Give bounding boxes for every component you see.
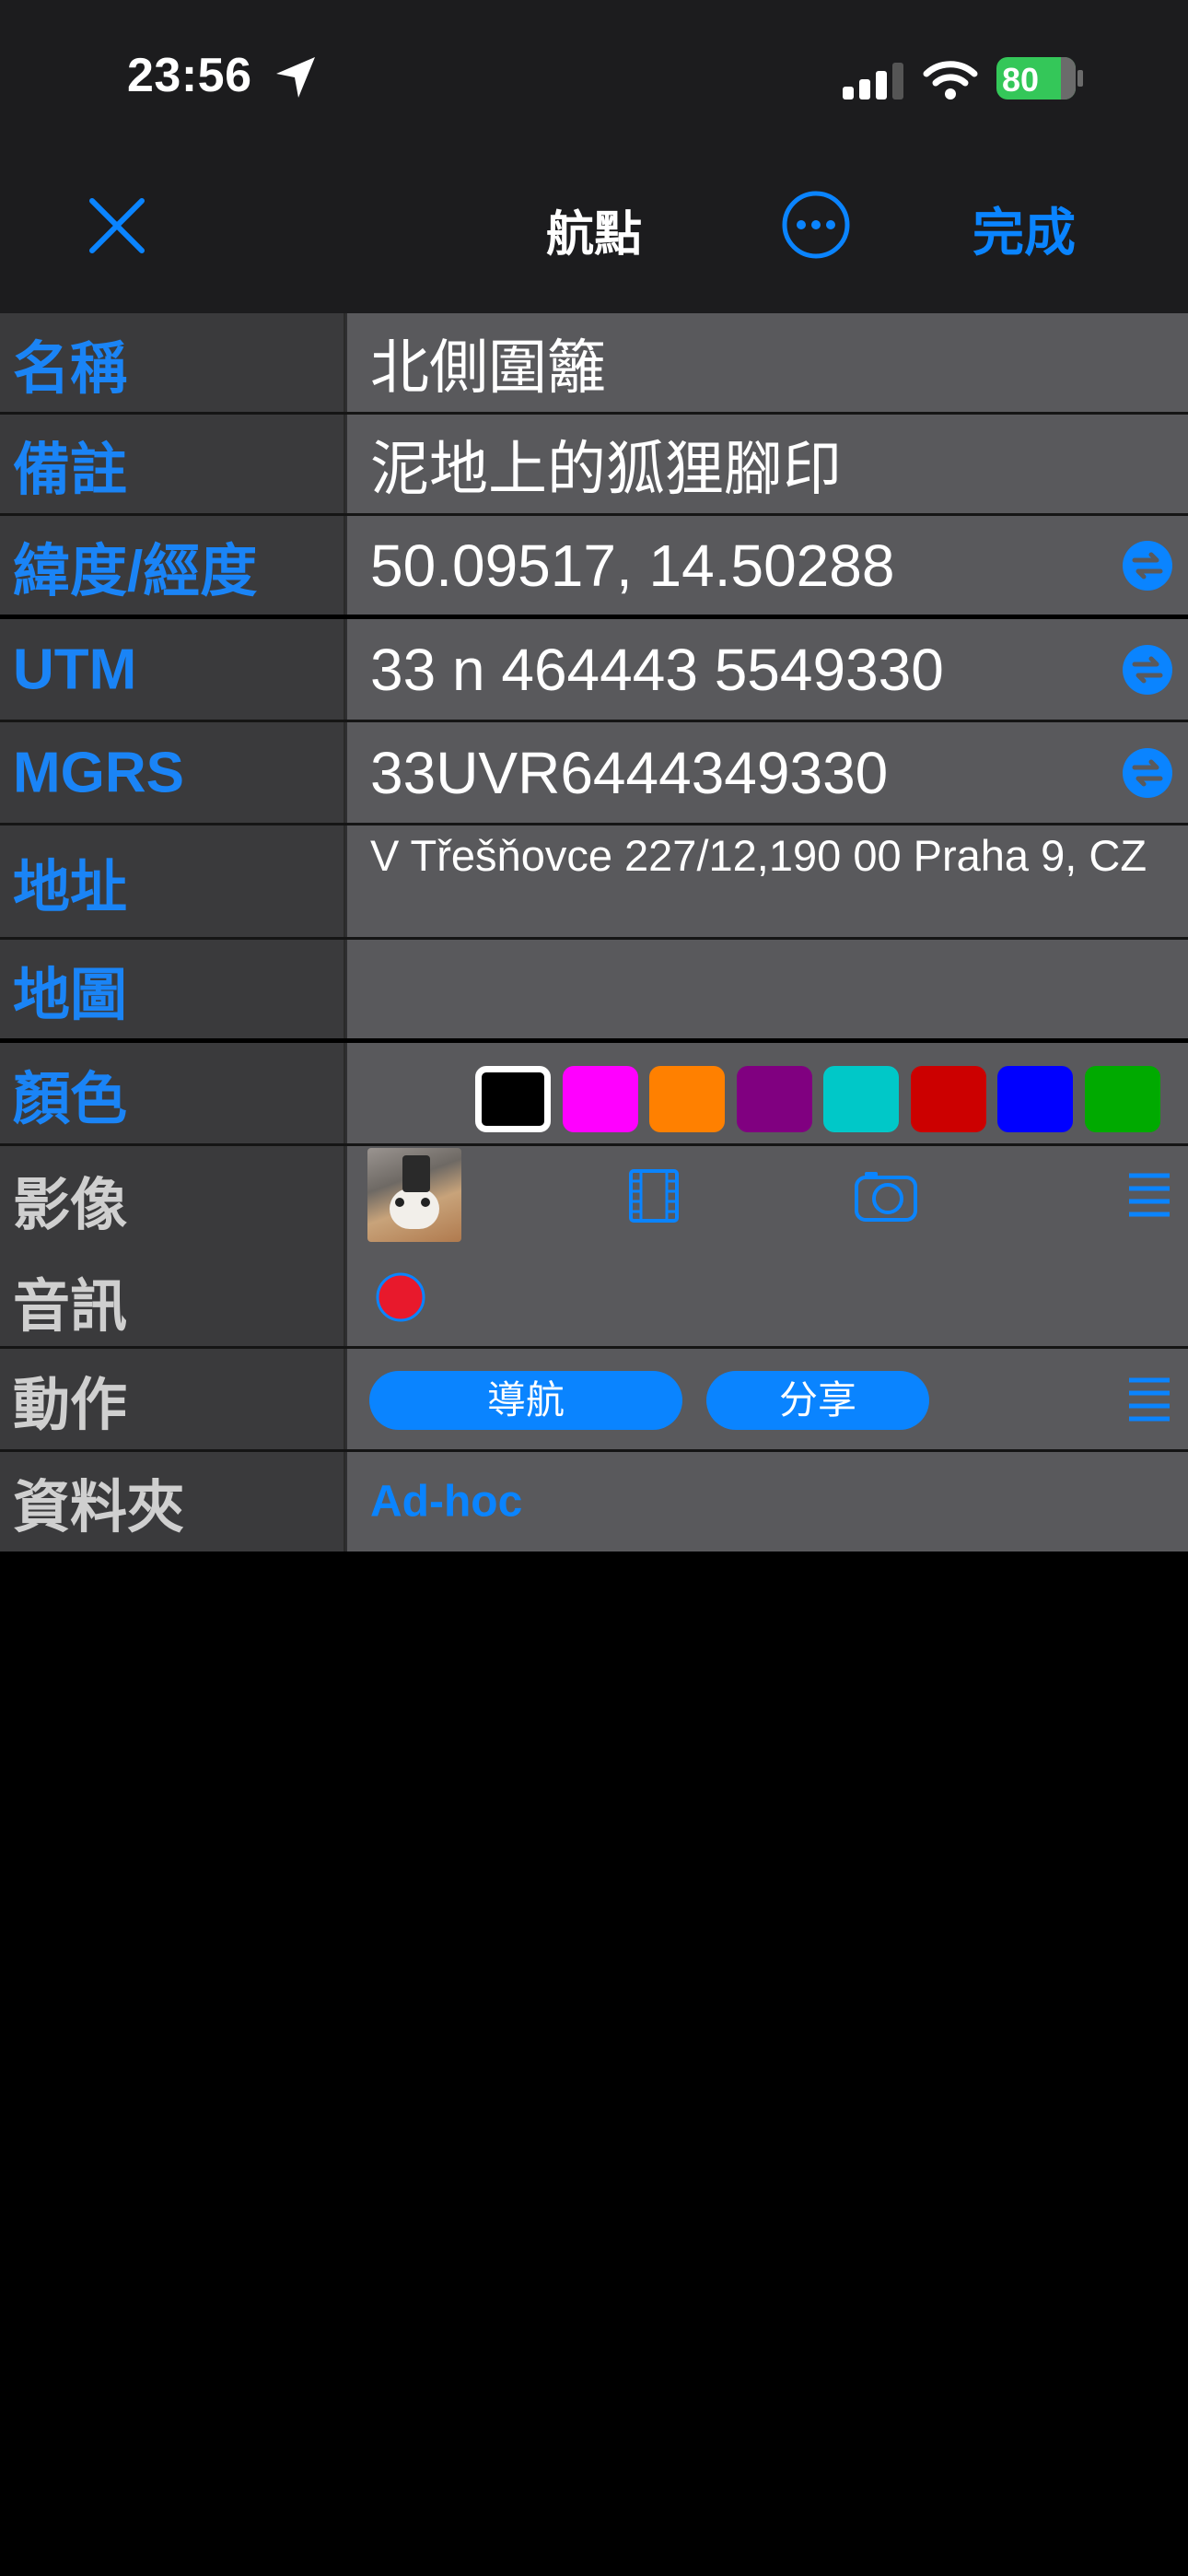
latlon-value: 50.09517, 14.50288 — [370, 532, 895, 599]
folder-field[interactable]: Ad-hoc — [347, 1452, 1188, 1551]
address-field[interactable]: V Třešňovce 227/12,190 00 Praha 9, CZ — [347, 825, 1188, 937]
row-color: 顏色 — [0, 1043, 1188, 1146]
swap-icon[interactable] — [1122, 644, 1173, 696]
row-utm[interactable]: UTM 33 n 464443 5549330 — [0, 619, 1188, 722]
color-swatch[interactable] — [649, 1066, 725, 1132]
image-label: 影像 — [13, 1174, 128, 1237]
photo-thumbnail[interactable] — [367, 1148, 461, 1242]
mgrs-label: MGRS — [13, 741, 184, 804]
row-map[interactable]: 地圖 — [0, 940, 1188, 1043]
navigate-button[interactable]: 導航 — [369, 1371, 682, 1430]
record-icon[interactable] — [375, 1271, 426, 1323]
row-media: 影像 音訊 — [0, 1146, 1188, 1349]
row-label: 顏色 — [0, 1043, 345, 1143]
latlon-field[interactable]: 50.09517, 14.50288 — [347, 516, 1188, 615]
color-swatch[interactable] — [997, 1066, 1073, 1132]
row-label: 地址 — [0, 825, 345, 937]
map-label: 地圖 — [13, 963, 128, 1027]
swap-icon[interactable] — [1122, 540, 1173, 591]
mgrs-value: 33UVR6444349330 — [370, 739, 889, 806]
film-icon[interactable] — [628, 1168, 680, 1224]
utm-label: UTM — [13, 638, 137, 701]
color-swatch[interactable] — [736, 1066, 812, 1132]
more-icon[interactable] — [781, 190, 851, 260]
name-label: 名稱 — [13, 336, 128, 401]
battery-tip — [1077, 70, 1083, 87]
address-value: V Třešňovce 227/12,190 00 Praha 9, CZ — [370, 831, 1147, 880]
menu-icon[interactable] — [1127, 1172, 1171, 1218]
color-label: 顏色 — [13, 1067, 128, 1131]
audio-label: 音訊 — [13, 1275, 128, 1339]
color-swatch[interactable] — [1084, 1066, 1160, 1132]
row-label: UTM — [0, 619, 345, 720]
color-swatch[interactable] — [823, 1066, 899, 1132]
row-note[interactable]: 備註 泥地上的狐狸腳印 — [0, 415, 1188, 516]
action-field: 導航 分享 — [347, 1349, 1188, 1449]
latlon-label: 緯度/經度 — [13, 539, 258, 603]
signal-icon — [843, 63, 903, 100]
share-button[interactable]: 分享 — [706, 1371, 929, 1430]
row-label: 動作 — [0, 1349, 345, 1449]
folder-label: 資料夾 — [13, 1476, 185, 1540]
menu-icon[interactable] — [1127, 1376, 1171, 1423]
row-name[interactable]: 名稱 北側圍籬 — [0, 313, 1188, 415]
address-label: 地址 — [13, 855, 128, 919]
row-latlon[interactable]: 緯度/經度 50.09517, 14.50288 — [0, 516, 1188, 619]
map-field[interactable] — [347, 940, 1188, 1038]
wifi-icon — [923, 61, 978, 100]
color-picker — [347, 1043, 1188, 1143]
battery-icon: 80 — [996, 57, 1076, 100]
location-arrow-icon — [276, 57, 315, 98]
row-folder[interactable]: 資料夾 Ad-hoc — [0, 1452, 1188, 1551]
swap-icon[interactable] — [1122, 747, 1173, 799]
folder-value[interactable]: Ad-hoc — [370, 1477, 522, 1528]
row-label: MGRS — [0, 722, 345, 823]
row-label: 備註 — [0, 415, 345, 513]
name-value: 北側圍籬 — [370, 334, 606, 401]
note-field[interactable]: 泥地上的狐狸腳印 — [347, 415, 1188, 513]
mgrs-field[interactable]: 33UVR6444349330 — [347, 722, 1188, 823]
action-label: 動作 — [13, 1373, 128, 1437]
row-address[interactable]: 地址 V Třešňovce 227/12,190 00 Praha 9, CZ — [0, 825, 1188, 940]
camera-icon[interactable] — [854, 1168, 918, 1224]
row-label: 名稱 — [0, 313, 345, 412]
media-field — [347, 1146, 1188, 1346]
row-label: 資料夾 — [0, 1452, 345, 1551]
utm-value: 33 n 464443 5549330 — [370, 636, 944, 703]
note-label: 備註 — [13, 438, 128, 502]
battery-level: 80 — [1002, 61, 1040, 99]
row-label: 地圖 — [0, 940, 345, 1038]
name-field[interactable]: 北側圍籬 — [347, 313, 1188, 412]
note-value: 泥地上的狐狸腳印 — [370, 435, 842, 502]
status-time: 23:56 — [127, 49, 252, 102]
color-swatch[interactable] — [910, 1066, 986, 1132]
row-label: 緯度/經度 — [0, 516, 345, 615]
utm-field[interactable]: 33 n 464443 5549330 — [347, 619, 1188, 720]
row-label: 影像 音訊 — [0, 1146, 345, 1346]
color-swatch[interactable] — [475, 1066, 551, 1132]
row-mgrs[interactable]: MGRS 33UVR6444349330 — [0, 722, 1188, 825]
done-button[interactable]: 完成 — [973, 192, 1076, 266]
color-swatch[interactable] — [562, 1066, 638, 1132]
row-action: 動作 導航 分享 — [0, 1349, 1188, 1452]
